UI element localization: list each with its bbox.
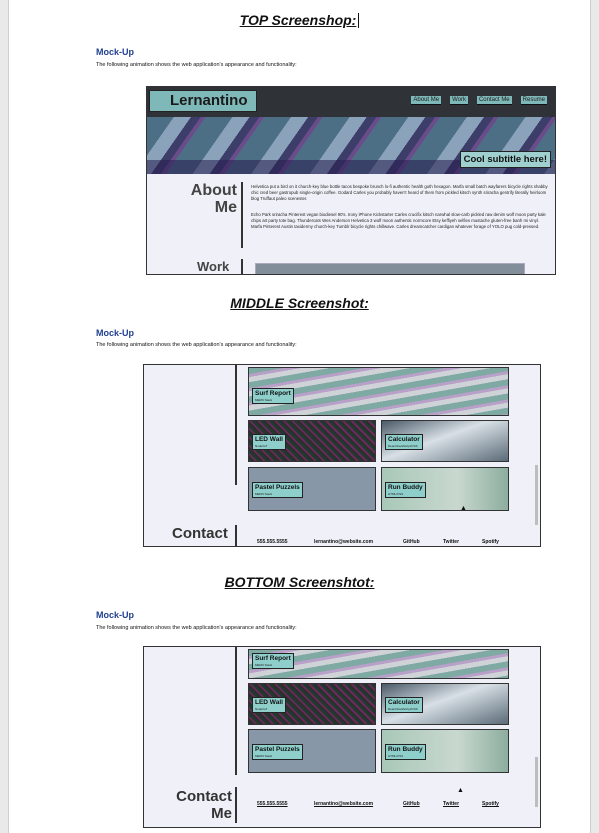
site-nav: About Me Work Contact Me Resume xyxy=(411,96,547,105)
nav-contact[interactable]: Contact Me xyxy=(476,96,512,105)
project-tech: MERN Stack xyxy=(255,754,273,758)
contact-heading-line1: Contact xyxy=(176,788,232,805)
project-tech: React/JavaScript/CSS xyxy=(388,444,418,448)
middle-screenshot: Surf Report MERN Stack LED Wall Node/IoT… xyxy=(143,364,541,547)
project-tech: HTML/CSS xyxy=(388,492,404,496)
contact-phone[interactable]: 555.555.5555 xyxy=(257,801,288,807)
contact-heading-line2: Me xyxy=(211,805,232,822)
project-name: LED Wall xyxy=(255,436,283,443)
project-led-wall[interactable]: LED Wall Node/IoT xyxy=(248,683,376,725)
project-name: Surf Report xyxy=(255,655,291,662)
project-tech: React/JavaScript/CSS xyxy=(388,707,418,711)
hero-subtitle: Cool subtitle here! xyxy=(459,151,551,168)
project-calculator[interactable]: Calculator React/JavaScript/CSS xyxy=(381,683,509,725)
project-tech: MERN Stack xyxy=(255,398,273,402)
contact-github[interactable]: GitHub xyxy=(403,801,420,807)
work-divider xyxy=(241,259,243,274)
project-label: LED Wall Node/IoT xyxy=(252,434,286,450)
bottom-screenshot-heading: BOTTOM Screenshtot: xyxy=(224,574,375,590)
project-run-buddy[interactable]: Run Buddy HTML/CSS xyxy=(381,467,509,511)
project-label: Calculator React/JavaScript/CSS xyxy=(385,697,423,713)
project-pastel-puzzels[interactable]: Pastel Puzzels MERN Stack xyxy=(248,729,376,773)
project-surf-report[interactable]: Surf Report MERN Stack xyxy=(248,367,509,416)
project-label: Run Buddy HTML/CSS xyxy=(385,482,426,498)
project-name: LED Wall xyxy=(255,699,283,706)
work-heading: Work xyxy=(197,259,230,274)
work-divider xyxy=(235,365,237,485)
scrollbar[interactable] xyxy=(535,465,538,525)
project-name: Run Buddy xyxy=(388,484,423,491)
project-name: Run Buddy xyxy=(388,746,423,753)
project-run-buddy[interactable]: Run Buddy HTML/CSS xyxy=(381,729,509,773)
nav-work[interactable]: Work xyxy=(450,96,468,105)
mockup-title: Mock-Up xyxy=(96,47,134,57)
mockup-title: Mock-Up xyxy=(96,328,134,338)
contact-divider xyxy=(235,787,237,823)
project-label: Surf Report MERN Stack xyxy=(252,388,294,404)
project-tech: MERN Stack xyxy=(255,663,273,667)
project-name: Pastel Puzzels xyxy=(255,746,300,753)
contact-twitter[interactable]: Twitter xyxy=(443,801,459,807)
about-heading-line1: About xyxy=(190,182,237,199)
site-brand[interactable]: Lernantino xyxy=(149,90,257,112)
top-screenshot-heading: TOP Screenshop: xyxy=(0,12,599,28)
contact-github[interactable]: GitHub xyxy=(403,539,420,545)
contact-email[interactable]: lernantino@website.com xyxy=(314,801,373,807)
project-label: LED Wall Node/IoT xyxy=(252,697,286,713)
project-preview[interactable] xyxy=(255,263,525,274)
mockup-description: The following animation shows the web ap… xyxy=(96,625,297,631)
contact-spotify[interactable]: Spotify xyxy=(482,539,499,545)
hero-image: Cool subtitle here! xyxy=(147,117,555,174)
bottom-screenshot: Surf Report MERN Stack LED Wall Node/IoT… xyxy=(143,646,541,828)
nav-resume[interactable]: Resume xyxy=(520,96,547,105)
project-name: Pastel Puzzels xyxy=(255,484,300,491)
mouse-pointer-icon: ▲ xyxy=(460,505,467,512)
project-label: Surf Report MERN Stack xyxy=(252,653,294,669)
top-heading-text: TOP Screenshop: xyxy=(239,12,357,28)
scrollbar[interactable] xyxy=(535,757,538,807)
contact-phone[interactable]: 555.555.5555 xyxy=(257,539,288,545)
contact-spotify[interactable]: Spotify xyxy=(482,801,499,807)
project-name: Surf Report xyxy=(255,390,291,397)
about-paragraph-2: Echo Park sriracha Pinterest vegan biodi… xyxy=(251,212,546,229)
mockup-title: Mock-Up xyxy=(96,610,134,620)
project-label: Pastel Puzzels MERN Stack xyxy=(252,744,303,760)
mouse-pointer-icon: ▲ xyxy=(457,787,464,794)
project-tech: Node/IoT xyxy=(255,444,268,448)
top-screenshot: Lernantino About Me Work Contact Me Resu… xyxy=(146,86,556,275)
contact-heading: Contact xyxy=(172,525,228,542)
project-pastel-puzzels[interactable]: Pastel Puzzels MERN Stack xyxy=(248,467,376,511)
contact-divider xyxy=(235,525,237,546)
site-header: Lernantino About Me Work Contact Me Resu… xyxy=(147,87,555,117)
work-divider xyxy=(235,647,237,775)
about-paragraph-1: Helvetica put a bird on it church-key bl… xyxy=(251,184,548,201)
project-name: Calculator xyxy=(388,436,420,443)
project-label: Pastel Puzzels MERN Stack xyxy=(252,482,303,498)
about-heading: About Me xyxy=(189,182,237,216)
text-cursor xyxy=(358,13,360,28)
project-tech: HTML/CSS xyxy=(388,754,404,758)
contact-heading: Contact Me xyxy=(172,788,232,822)
middle-screenshot-heading: MIDDLE Screenshot: xyxy=(230,295,369,311)
mockup-description: The following animation shows the web ap… xyxy=(96,62,297,68)
about-divider xyxy=(241,182,243,248)
project-label: Calculator React/JavaScript/CSS xyxy=(385,434,423,450)
project-calculator[interactable]: Calculator React/JavaScript/CSS xyxy=(381,420,509,462)
project-tech: MERN Stack xyxy=(255,492,273,496)
contact-twitter[interactable]: Twitter xyxy=(443,539,459,545)
contact-email[interactable]: lernantino@website.com xyxy=(314,539,373,545)
project-label: Run Buddy HTML/CSS xyxy=(385,744,426,760)
project-tech: Node/IoT xyxy=(255,707,268,711)
about-heading-line2: Me xyxy=(214,199,237,216)
mockup-description: The following animation shows the web ap… xyxy=(96,342,297,348)
project-led-wall[interactable]: LED Wall Node/IoT xyxy=(248,420,376,462)
project-name: Calculator xyxy=(388,699,420,706)
nav-about[interactable]: About Me xyxy=(411,96,442,105)
project-surf-report[interactable]: Surf Report MERN Stack xyxy=(248,649,509,679)
